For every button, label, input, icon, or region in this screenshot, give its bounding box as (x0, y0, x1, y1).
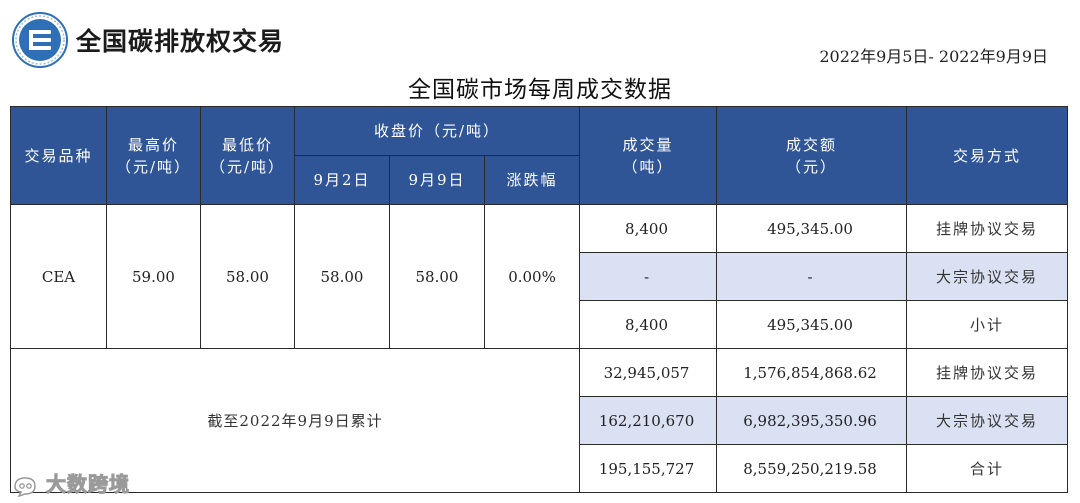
header-low-line2: （元/吨） (209, 157, 286, 176)
exchange-logo-icon (12, 12, 68, 68)
cell-volume: 162,210,670 (579, 396, 718, 445)
watermark: 大数跨境 (12, 468, 130, 497)
cell-volume: 195,155,727 (579, 444, 718, 493)
cell-method: 大宗协议交易 (906, 252, 1069, 301)
cell-close-d2: 58.00 (389, 204, 485, 349)
cell-product: CEA (10, 204, 107, 349)
cell-amount: 1,576,854,868.62 (716, 348, 908, 397)
cell-volume: 8,400 (579, 300, 718, 349)
cell-method: 合计 (906, 444, 1069, 493)
cell-amount: 495,345.00 (716, 300, 908, 349)
cell-amount: 495,345.00 (716, 204, 908, 253)
header-low-price: 最低价 （元/吨） (200, 106, 295, 205)
cell-volume: - (579, 252, 718, 301)
eye-speech-icon (14, 476, 36, 497)
header-amount: 成交额 （元） (716, 106, 908, 205)
cell-high: 59.00 (106, 204, 201, 349)
header-change: 涨跌幅 (483, 155, 581, 205)
cell-close-d1: 58.00 (294, 204, 390, 349)
cell-amount: - (716, 252, 908, 301)
cell-method: 挂牌协议交易 (906, 348, 1069, 397)
brand-name: 全国碳排放权交易 (76, 27, 285, 56)
cell-change: 0.00% (483, 204, 581, 349)
header-close-group: 收盘价（元/吨） (293, 106, 581, 156)
cell-amount: 8,559,250,219.58 (716, 444, 908, 493)
cell-low: 58.00 (200, 204, 295, 349)
header-high-line2: （元/吨） (115, 157, 192, 176)
header-low-line1: 最低价 (221, 135, 273, 154)
header-volume-line1: 成交量 (622, 135, 674, 154)
weekly-trading-table: 交易品种 最高价 （元/吨） 最低价 （元/吨） 收盘价（元/吨） 成交量 （吨… (9, 106, 1069, 493)
cell-amount: 6,982,395,350.96 (716, 396, 908, 445)
header-volume-line2: （吨） (622, 157, 674, 176)
cell-method: 挂牌协议交易 (906, 204, 1069, 253)
cell-volume: 8,400 (579, 204, 718, 253)
page-title: 全国碳市场每周成交数据 (408, 77, 672, 103)
header-product: 交易品种 (10, 106, 107, 205)
header-amount-line2: （元） (786, 157, 838, 176)
header-volume: 成交量 （吨） (579, 106, 718, 205)
header-high-line1: 最高价 (127, 135, 179, 154)
header-high-price: 最高价 （元/吨） (106, 106, 201, 205)
header-amount-line1: 成交额 (786, 135, 838, 154)
header-close-d1: 9月2日 (294, 155, 390, 205)
table-row: 截至2022年9月9日累计 32,945,057 1,576,854,868.6… (9, 348, 1069, 493)
cell-volume: 32,945,057 (579, 348, 718, 397)
watermark-text: 大数跨境 (46, 472, 130, 497)
table-row: CEA 59.00 58.00 58.00 58.00 0.00% 8,400 … (10, 204, 1069, 349)
header-close-d2: 9月9日 (389, 155, 485, 205)
cell-method: 大宗协议交易 (906, 396, 1069, 445)
header-method: 交易方式 (906, 106, 1069, 205)
date-range: 2022年9月5日- 2022年9月9日 (819, 47, 1048, 66)
cell-method: 小计 (906, 300, 1069, 349)
